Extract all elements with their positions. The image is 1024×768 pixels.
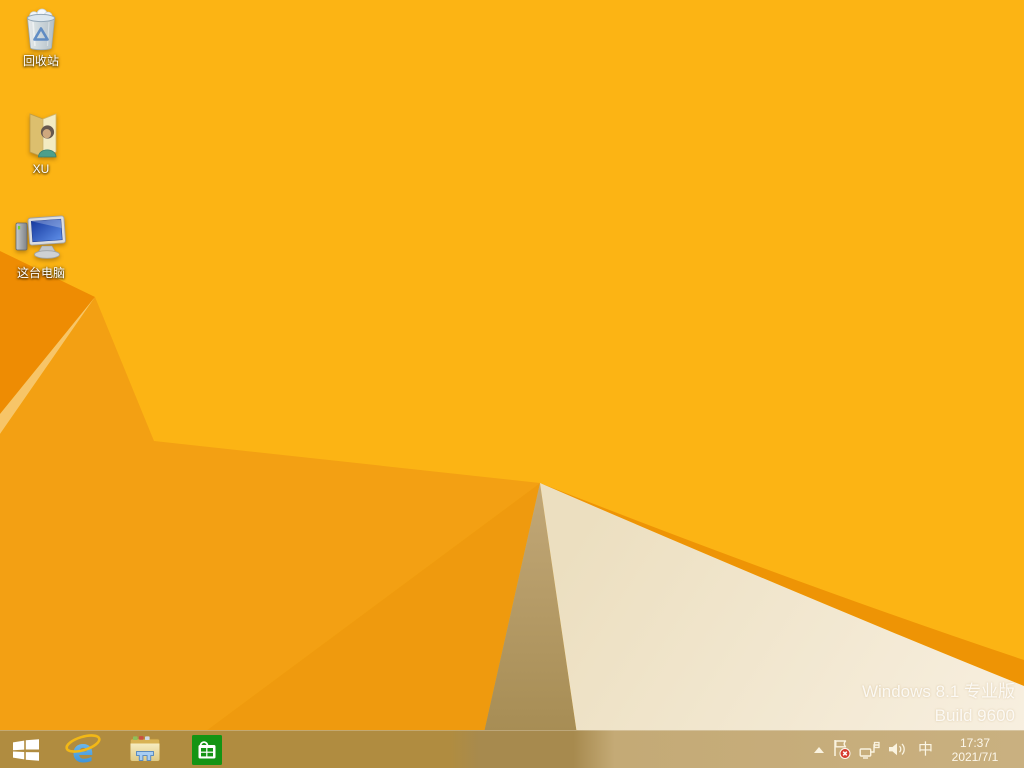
flag-alert-icon bbox=[832, 739, 851, 760]
wallpaper bbox=[0, 0, 1024, 768]
recycle-bin-icon bbox=[21, 6, 61, 52]
desktop-icon-label: XU bbox=[33, 162, 50, 176]
start-button[interactable] bbox=[0, 731, 52, 768]
desktop-icon-recycle-bin[interactable]: 回收站 bbox=[2, 6, 80, 68]
taskbar-internet-explorer-button[interactable]: e bbox=[52, 731, 114, 768]
taskbar-file-explorer-button[interactable] bbox=[114, 731, 176, 768]
chevron-up-icon bbox=[814, 747, 824, 753]
watermark-build: Build 9600 bbox=[862, 704, 1015, 728]
taskbar: e bbox=[0, 730, 1024, 768]
taskbar-store-button[interactable] bbox=[176, 731, 238, 768]
windows-watermark: Windows 8.1 专业版 Build 9600 bbox=[862, 680, 1015, 728]
tray-date: 2021/7/1 bbox=[952, 750, 999, 764]
desktop-icon-label: 回收站 bbox=[23, 54, 59, 68]
tray-expand-button[interactable] bbox=[814, 731, 824, 768]
file-explorer-icon bbox=[127, 734, 163, 765]
volume-button[interactable] bbox=[888, 731, 907, 768]
store-icon bbox=[192, 735, 222, 765]
tray-time: 17:37 bbox=[952, 736, 999, 750]
network-button[interactable] bbox=[859, 731, 880, 768]
internet-explorer-icon: e bbox=[64, 733, 102, 767]
system-tray: 中 17:37 2021/7/1 bbox=[814, 731, 1024, 768]
clock[interactable]: 17:37 2021/7/1 bbox=[944, 731, 1006, 768]
network-icon bbox=[859, 741, 880, 759]
action-center-button[interactable] bbox=[832, 731, 851, 768]
desktop-icon-this-pc[interactable]: 这台电脑 bbox=[2, 214, 80, 280]
windows-logo-icon bbox=[13, 739, 39, 761]
ime-indicator[interactable]: 中 bbox=[915, 731, 936, 768]
desktop-icon-label: 这台电脑 bbox=[17, 266, 65, 280]
desktop-icon-user-folder[interactable]: XU bbox=[2, 110, 80, 176]
speaker-icon bbox=[888, 741, 907, 758]
user-folder-icon bbox=[21, 110, 61, 160]
watermark-edition: Windows 8.1 专业版 bbox=[862, 680, 1015, 704]
this-pc-icon bbox=[13, 214, 69, 264]
desktop: 回收站 XU bbox=[0, 0, 1024, 768]
